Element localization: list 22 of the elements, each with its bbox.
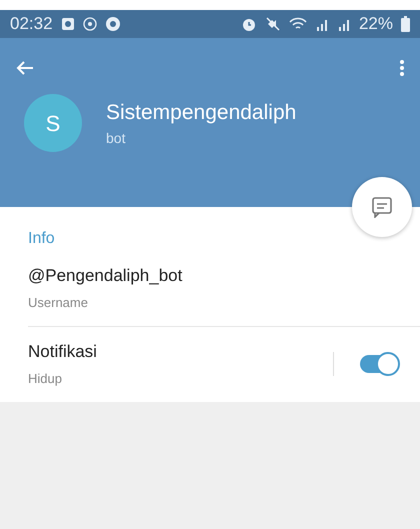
signal-icon <box>336 17 351 31</box>
battery-icon <box>401 16 410 32</box>
message-button[interactable] <box>352 177 412 237</box>
row-title: Notifikasi <box>28 341 97 363</box>
image-icon <box>60 17 75 31</box>
row-subtitle: Hidup <box>28 370 63 388</box>
section-heading: Info <box>28 229 56 249</box>
row-subtitle: Username <box>28 294 89 312</box>
alarm-icon <box>240 16 257 32</box>
row-title: @Pengendaliph_bot <box>28 265 182 287</box>
back-icon[interactable] <box>16 60 34 76</box>
avatar: S <box>24 94 82 152</box>
mute-icon <box>264 16 281 32</box>
signal-icon <box>314 17 329 31</box>
more-icon[interactable] <box>400 60 404 76</box>
circle-icon <box>82 17 97 31</box>
message-icon <box>371 196 393 218</box>
app-icon <box>104 16 121 32</box>
bot-name: Sistempengendaliph <box>106 100 296 126</box>
battery-level: 22% <box>358 13 393 36</box>
bot-subtitle: bot <box>106 129 126 148</box>
status-time: 02:32 <box>10 13 53 36</box>
